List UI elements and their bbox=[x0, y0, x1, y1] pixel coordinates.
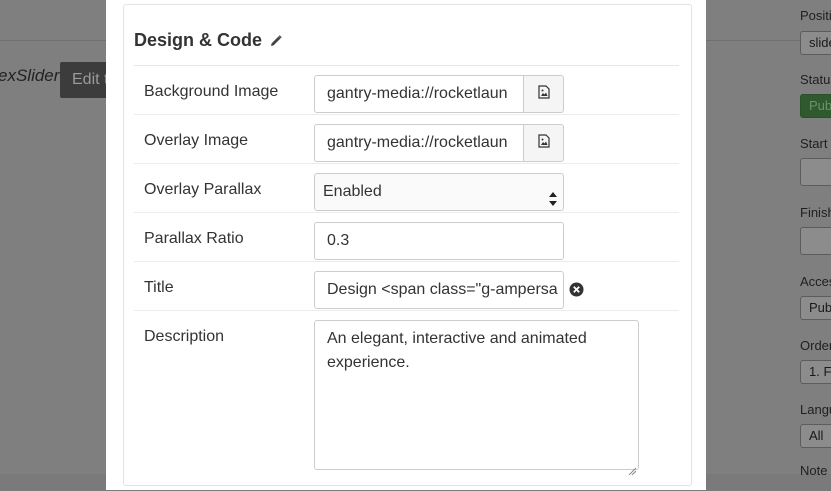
background-image-picker-button[interactable] bbox=[523, 75, 564, 113]
parallax-ratio-label: Parallax Ratio bbox=[144, 230, 244, 247]
background-image-input[interactable]: gantry-media://rocketlaun bbox=[314, 75, 524, 113]
up-down-arrows-icon bbox=[549, 185, 557, 206]
background-field-access: Pub bbox=[800, 296, 831, 320]
title-label: Title bbox=[144, 279, 174, 296]
overlay-image-row: Overlay Image gantry-media://rocketlaun bbox=[134, 115, 679, 164]
background-label-status: Status bbox=[800, 72, 831, 87]
design-code-panel: Design & Code Background Image gantry-me… bbox=[123, 4, 692, 486]
description-text: An elegant, interactive and animated exp… bbox=[327, 330, 587, 371]
description-label: Description bbox=[144, 328, 225, 345]
background-label-order: Order bbox=[800, 338, 831, 353]
parallax-ratio-row: Parallax Ratio 0.3 bbox=[134, 213, 679, 262]
overlay-image-label: Overlay Image bbox=[144, 132, 249, 149]
description-row: Description An elegant, interactive and … bbox=[134, 311, 679, 491]
title-row: Title Design <span class="g-ampersa bbox=[134, 262, 679, 311]
overlay-image-input[interactable]: gantry-media://rocketlaun bbox=[314, 124, 524, 162]
background-label-access: Acces bbox=[800, 274, 831, 289]
section-title: Design & Code bbox=[134, 29, 263, 50]
overlay-parallax-label: Overlay Parallax bbox=[144, 181, 262, 198]
background-image-label: Background Image bbox=[144, 83, 279, 100]
pencil-icon[interactable] bbox=[270, 34, 282, 46]
background-field-position: slide bbox=[800, 31, 831, 55]
image-file-icon bbox=[537, 84, 550, 104]
overlay-parallax-row: Overlay Parallax Enabled bbox=[134, 164, 679, 213]
background-field-language: All bbox=[800, 424, 831, 448]
background-label-start: Start bbox=[800, 136, 828, 151]
background-page-title: exSlider bbox=[0, 66, 60, 85]
edit-modal: Design & Code Background Image gantry-me… bbox=[106, 0, 706, 490]
overlay-image-picker-button[interactable] bbox=[523, 124, 564, 162]
overlay-parallax-value: Enabled bbox=[323, 183, 382, 200]
parallax-ratio-input[interactable]: 0.3 bbox=[314, 222, 564, 260]
background-field-finish bbox=[800, 227, 831, 255]
background-label-language: Langu bbox=[800, 402, 831, 417]
close-circle-icon[interactable] bbox=[569, 282, 584, 297]
description-textarea[interactable]: An elegant, interactive and animated exp… bbox=[314, 320, 639, 476]
background-image-row: Background Image gantry-media://rocketla… bbox=[134, 66, 679, 115]
title-input[interactable]: Design <span class="g-ampersa bbox=[314, 271, 564, 309]
background-label-finish: Finish bbox=[800, 205, 831, 220]
resize-grip-icon[interactable] bbox=[628, 459, 637, 476]
background-label-position: Positi bbox=[800, 8, 831, 23]
overlay-parallax-select[interactable]: Enabled bbox=[314, 173, 564, 211]
background-field-status: Pub bbox=[800, 94, 831, 118]
background-field-order: 1. F bbox=[800, 360, 831, 384]
background-field-start bbox=[800, 158, 831, 186]
panel-header: Design & Code bbox=[134, 15, 679, 66]
background-label-note: Note bbox=[800, 463, 828, 478]
image-file-icon bbox=[537, 133, 550, 153]
